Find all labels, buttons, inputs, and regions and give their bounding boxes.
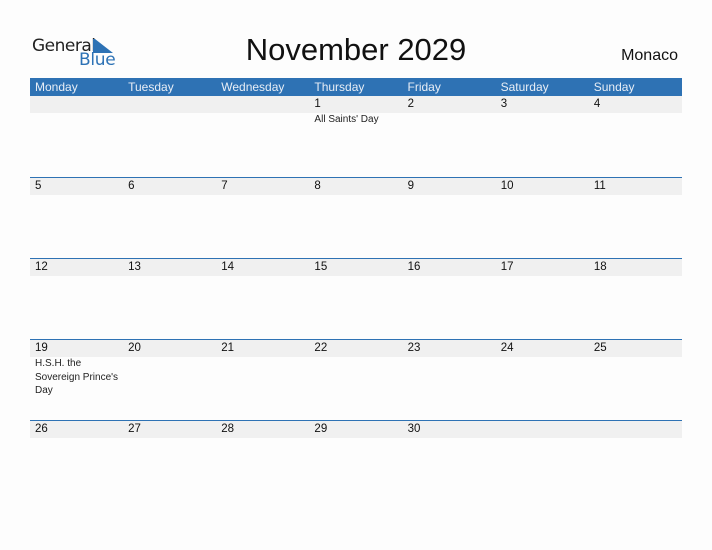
day-number: 28 [221,423,235,435]
day-cell: 15 [309,259,402,340]
day-cell: 13 [123,259,216,340]
day-cell: 4 [589,96,682,177]
weekday-sunday: Sunday [593,80,635,94]
day-number: 18 [593,261,607,273]
calendar-title: November 2029 [245,32,467,67]
day-cell: 26 [30,421,123,502]
week-row: 26 27 28 29 30 [30,420,682,502]
day-number [35,96,123,113]
day-cell: 19 H.S.H. the Sovereign Prince's Day [30,340,123,421]
day-number [501,421,589,438]
week-row: 1 All Saints' Day 2 3 4 [30,96,682,177]
day-number: 27 [128,423,141,435]
week-row: 5 6 7 8 9 10 11 [30,177,682,259]
day-cell: 29 [309,421,402,502]
day-cell: 23 [403,340,496,421]
day-cell: 22 [309,340,402,421]
day-cell [30,96,123,177]
day-number: 10 [500,180,514,192]
day-number: 2 [407,98,414,110]
day-number: 23 [407,342,421,354]
weekday-header: Monday Tuesday Wednesday Thursday Friday… [30,78,682,96]
day-number: 14 [221,261,235,273]
day-number [594,421,682,438]
day-cell: 30 [403,421,496,502]
week-row: 12 13 14 15 16 17 18 [30,258,682,340]
day-cell: 8 [309,178,402,259]
week-row: 19 H.S.H. the Sovereign Prince's Day 20 21 2… [30,339,682,421]
day-number: 11 [593,180,606,192]
holiday-label: H.S.H. the Sovereign Prince's Day [35,358,119,396]
weekday-monday: Monday [35,80,78,94]
day-number: 9 [407,180,414,192]
day-number: 16 [407,261,421,273]
day-number: 1 [314,98,321,110]
day-number: 29 [314,423,328,435]
day-number: 12 [35,261,48,273]
day-number: 26 [35,423,48,435]
day-cell: 5 [30,178,123,259]
weekday-thursday: Thursday [314,80,365,94]
day-number: 8 [314,180,321,192]
day-cell: 9 [403,178,496,259]
weekday-wednesday: Wednesday [221,80,285,94]
day-number: 30 [407,423,421,435]
day-cell: 3 [496,96,589,177]
day-cell: 27 [123,421,216,502]
day-cell: 25 [589,340,682,421]
day-number: 17 [500,261,514,273]
day-number: 25 [593,342,607,354]
weekday-tuesday: Tuesday [128,80,174,94]
day-cell: 17 [496,259,589,340]
day-cell: 18 [589,259,682,340]
day-cell: 1 All Saints' Day [309,96,402,177]
day-cell: 28 [216,421,309,502]
day-number: 13 [128,261,141,273]
day-cell: 21 [216,340,309,421]
day-number: 15 [314,261,328,273]
day-number: 6 [128,180,135,192]
day-cell: 11 [589,178,682,259]
day-cell: 7 [216,178,309,259]
day-cell [216,96,309,177]
weekday-saturday: Saturday [500,80,549,94]
day-cell: 10 [496,178,589,259]
country-label: Monaco [621,47,678,64]
day-cell: 14 [216,259,309,340]
day-number: 21 [221,342,235,354]
day-cell [123,96,216,177]
day-cell: 16 [403,259,496,340]
day-number: 24 [500,342,514,354]
holiday-label: All Saints' Day [314,114,379,125]
day-cell: 2 [403,96,496,177]
day-cell: 20 [123,340,216,421]
day-cell: 24 [496,340,589,421]
day-number: 19 [35,342,48,354]
day-number: 5 [35,180,42,192]
day-number: 20 [128,342,141,354]
day-cell: 12 [30,259,123,340]
day-number: 4 [593,98,601,110]
day-number: 7 [221,180,228,192]
weekday-friday: Friday [407,80,441,94]
day-number [128,96,216,113]
day-number: 22 [314,342,328,354]
day-cell: 6 [123,178,216,259]
day-cell [589,421,682,502]
day-number [221,96,309,113]
day-number: 3 [500,98,508,110]
day-cell [496,421,589,502]
